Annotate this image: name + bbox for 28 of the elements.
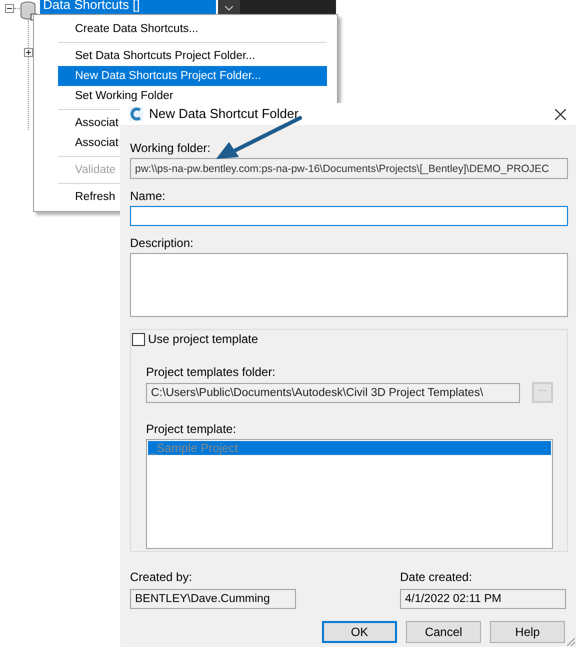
app-logo-icon — [129, 107, 143, 121]
menu-item[interactable]: Set Working Folder — [58, 86, 327, 106]
menu-item[interactable]: Create Data Shortcuts... — [58, 19, 327, 39]
chevron-down-icon — [225, 6, 233, 10]
field-label: Description: — [130, 236, 194, 250]
window-title: New Data Shortcut Folder — [149, 105, 299, 124]
collapse-toggle-icon[interactable] — [5, 4, 14, 13]
checkbox[interactable] — [132, 332, 145, 346]
field-label: Working folder: — [130, 141, 212, 155]
field-label: Created by: — [130, 570, 194, 584]
created-by-field[interactable]: BENTLEY\Dave.Cumming — [130, 589, 296, 609]
field-label: Name: — [130, 189, 166, 203]
dialog-button[interactable]: Cancel — [406, 621, 481, 643]
date-created-field[interactable]: 4/1/2022 02:11 PM — [400, 589, 566, 609]
plus-toggle-icon[interactable] — [24, 48, 33, 57]
field-label: Date created: — [400, 570, 474, 584]
menu-item[interactable]: New Data Shortcuts Project Folder... — [58, 66, 327, 86]
dialog-button[interactable]: Help — [490, 621, 565, 643]
menu-item[interactable]: Set Data Shortcuts Project Folder... — [58, 46, 327, 66]
resize-grip-icon — [567, 638, 575, 646]
close-icon — [554, 108, 566, 120]
field-label: Project template: — [146, 422, 238, 436]
templates-folder-field[interactable]: C:\Users\Public\Documents\Autodesk\Civil 3D Project Templates\ — [146, 382, 520, 402]
checkbox-label: Use project template — [148, 331, 258, 348]
name-field[interactable] — [130, 206, 568, 226]
field-label: Project templates folder: — [146, 365, 276, 379]
description-field[interactable] — [130, 253, 568, 317]
dialog-button[interactable]: OK — [322, 621, 397, 643]
